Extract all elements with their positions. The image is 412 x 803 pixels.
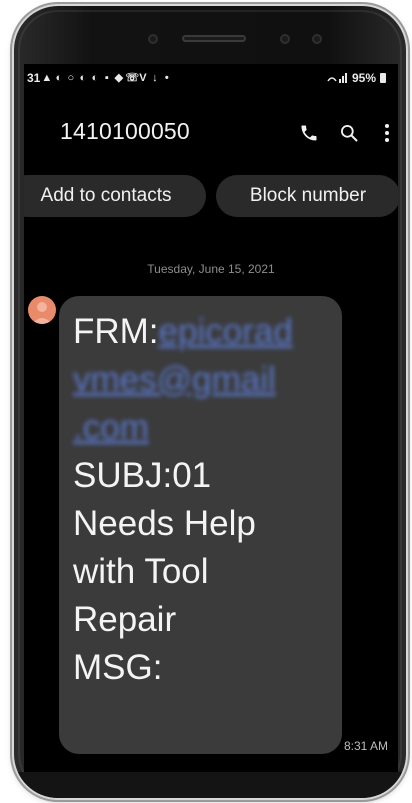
message-line: .com <box>73 404 328 452</box>
sensor-icon <box>280 34 290 44</box>
block-number-button[interactable]: Block number <box>216 175 398 217</box>
message-line: with Tool <box>73 552 209 591</box>
notification-icon: ◐ <box>55 72 63 84</box>
avatar[interactable] <box>28 296 56 324</box>
message-line: vmes@gmail <box>73 356 328 404</box>
message-line: FRM:epicorad <box>73 308 328 356</box>
status-bar: 31 ▲ ◐ ○ ◐ ◐ ▪ ◆ ☏ V ↓ • 95% <box>24 64 398 92</box>
person-icon <box>32 302 52 324</box>
message-line: MSG: <box>73 648 163 687</box>
front-camera-icon <box>148 34 158 44</box>
circle-icon: ○ <box>67 72 75 84</box>
battery-icon <box>380 73 386 83</box>
sender-email-link[interactable]: epicorad <box>159 312 293 351</box>
battery-percent: 95% <box>351 71 376 85</box>
search-icon[interactable] <box>338 122 360 144</box>
shield-icon: ◆ <box>114 72 124 84</box>
phone-frame: 31 ▲ ◐ ○ ◐ ◐ ▪ ◆ ☏ V ↓ • 95% 1410100050 … <box>14 6 406 798</box>
sender-email-link[interactable]: vmes@gmail <box>73 360 276 399</box>
contact-number-title: 1410100050 <box>60 118 190 144</box>
message-line: Repair <box>73 600 177 639</box>
earpiece-speaker <box>182 35 246 42</box>
sender-email-link[interactable]: .com <box>73 408 149 447</box>
message-line: SUBJ:01 <box>73 456 212 495</box>
message-icon: ▪ <box>104 72 109 84</box>
wifi-calling-icon: ☏ <box>125 72 140 84</box>
status-right: 95% <box>326 71 386 85</box>
download-icon: ↓ <box>152 72 158 84</box>
more-icon[interactable] <box>376 122 398 144</box>
signal-icon <box>327 73 347 83</box>
message-timestamp: 8:31 AM <box>344 739 389 753</box>
sensor-icon <box>312 34 322 44</box>
warning-icon: ▲ <box>41 72 53 84</box>
dot-icon: • <box>164 72 169 84</box>
call-icon[interactable] <box>298 122 320 144</box>
notification-icon: ◐ <box>91 72 99 84</box>
message-bubble[interactable]: FRM:epicorad vmes@gmail .com SUBJ:01 Nee… <box>59 296 342 754</box>
phone-screen: 31 ▲ ◐ ○ ◐ ◐ ▪ ◆ ☏ V ↓ • 95% 1410100050 … <box>24 64 398 772</box>
sender-label: FRM: <box>73 312 159 351</box>
v-icon: V <box>139 72 147 84</box>
status-time: 31 <box>27 71 41 85</box>
bottom-bezel <box>14 772 406 798</box>
conversation-date: Tuesday, June 15, 2021 <box>147 262 275 276</box>
add-to-contacts-button[interactable]: Add to contacts <box>24 175 206 217</box>
message-line: Needs Help <box>73 504 256 543</box>
status-left: 31 ▲ ◐ ○ ◐ ◐ ▪ ◆ ☏ V ↓ • <box>27 71 172 85</box>
notification-icon: ◐ <box>79 72 87 84</box>
